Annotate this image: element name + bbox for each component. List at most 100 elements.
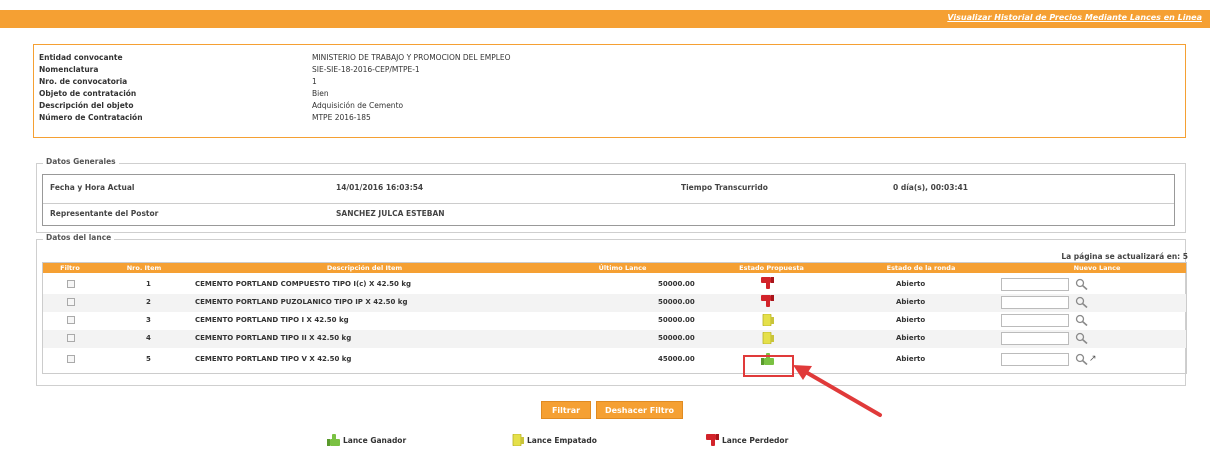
current-date-value: 14/01/2016 16:03:54	[336, 183, 424, 192]
search-icon[interactable]	[1075, 332, 1089, 344]
col-new-bid: Nuevo Lance	[1073, 264, 1121, 272]
filter-checkbox[interactable]	[67, 334, 75, 342]
last-bid-value: 45000.00	[658, 355, 695, 363]
undo-filter-button[interactable]: Deshacer Filtro	[596, 401, 683, 419]
legend-winner: Lance Ganador	[327, 434, 406, 446]
round-state: Abierto	[896, 298, 926, 306]
round-state: Abierto	[896, 316, 926, 324]
legend-winner-label: Lance Ganador	[343, 435, 407, 445]
info-label: Entidad convocante	[39, 53, 123, 62]
info-label: Nro. de convocatoria	[39, 77, 128, 86]
info-value: 1	[312, 77, 317, 86]
info-row: Entidad convocante MINISTERIO DE TRABAJO…	[34, 53, 1185, 64]
pin-icon[interactable]: ↗	[1089, 354, 1097, 364]
bid-table-header: Filtro Nro. Item Descripción del Item Úl…	[43, 263, 1186, 273]
item-number: 4	[146, 334, 151, 342]
new-bid-input[interactable]	[1001, 314, 1069, 327]
thumbs-up-icon	[327, 434, 340, 446]
general-row: Representante del Postor SANCHEZ JULCA E…	[43, 203, 1174, 223]
last-bid-value: 50000.00	[658, 316, 695, 324]
filter-checkbox[interactable]	[67, 355, 75, 363]
search-icon[interactable]	[1075, 314, 1089, 326]
legend-loser-label: Lance Perdedor	[722, 435, 789, 445]
info-value: MINISTERIO DE TRABAJO Y PROMOCION DEL EM…	[312, 53, 511, 62]
table-row: 3 CEMENTO PORTLAND TIPO I X 42.50 kg 500…	[43, 312, 1186, 330]
highlight-box	[743, 355, 794, 377]
price-history-link[interactable]: Visualizar Historial de Precios Mediante…	[947, 13, 1202, 22]
item-description: CEMENTO PORTLAND TIPO I X 42.50 kg	[195, 316, 349, 324]
table-row: 1 CEMENTO PORTLAND COMPUESTO TIPO I(c) X…	[43, 276, 1186, 294]
thumbs-sideways-icon	[762, 314, 774, 326]
general-data-table: Fecha y Hora Actual 14/01/2016 16:03:54 …	[42, 174, 1175, 226]
thumbs-down-icon	[761, 295, 774, 307]
legend-tied: Lance Empatado	[511, 434, 597, 446]
item-number: 1	[146, 280, 151, 288]
round-state: Abierto	[896, 280, 926, 288]
info-value: MTPE 2016-185	[312, 113, 371, 122]
info-row: Nro. de convocatoria 1	[34, 77, 1185, 88]
item-number: 5	[146, 355, 151, 363]
bid-table: Filtro Nro. Item Descripción del Item Úl…	[42, 262, 1187, 374]
legend-loser: Lance Perdedor	[706, 434, 788, 446]
col-proposal-state: Estado Propuesta	[739, 264, 804, 272]
col-description: Descripción del Item	[326, 264, 403, 272]
item-number: 3	[146, 316, 151, 324]
last-bid-value: 50000.00	[658, 298, 695, 306]
search-icon[interactable]	[1075, 278, 1089, 290]
info-row: Objeto de contratación Bien	[34, 89, 1185, 100]
general-row: Fecha y Hora Actual 14/01/2016 16:03:54 …	[43, 178, 1174, 198]
filter-checkbox[interactable]	[67, 280, 75, 288]
elapsed-time-label: Tiempo Transcurrido	[681, 183, 768, 192]
item-description: CEMENTO PORTLAND COMPUESTO TIPO I(c) X 4…	[195, 280, 412, 288]
last-bid-value: 50000.00	[658, 280, 695, 288]
col-last-bid: Último Lance	[598, 264, 647, 272]
table-row: 4 CEMENTO PORTLAND TIPO II X 42.50 kg 50…	[43, 330, 1186, 348]
col-item: Nro. Item	[126, 264, 162, 272]
new-bid-input[interactable]	[1001, 296, 1069, 309]
item-description: CEMENTO PORTLAND PUZOLANICO TIPO IP X 42…	[195, 298, 408, 306]
item-description: CEMENTO PORTLAND TIPO II X 42.50 kg	[195, 334, 352, 342]
table-row: 2 CEMENTO PORTLAND PUZOLANICO TIPO IP X …	[43, 294, 1186, 312]
thumbs-sideways-icon	[762, 332, 774, 344]
round-state: Abierto	[896, 334, 926, 342]
new-bid-input[interactable]	[1001, 353, 1069, 366]
thumbs-sideways-icon	[512, 434, 524, 446]
search-icon[interactable]	[1075, 353, 1089, 365]
thumbs-down-icon	[761, 277, 774, 289]
info-label: Número de Contratación	[39, 113, 143, 122]
new-bid-input[interactable]	[1001, 332, 1069, 345]
annotation-arrow-icon	[793, 365, 882, 417]
search-icon[interactable]	[1075, 296, 1089, 308]
item-number: 2	[146, 298, 151, 306]
new-bid-input[interactable]	[1001, 278, 1069, 291]
current-date-label: Fecha y Hora Actual	[50, 183, 135, 192]
legend-tied-label: Lance Empatado	[527, 435, 597, 445]
info-value: Bien	[312, 89, 329, 98]
info-row: Nomenclatura SIE-SIE-18-2016-CEP/MTPE-1	[34, 65, 1185, 76]
info-box: Entidad convocante MINISTERIO DE TRABAJO…	[33, 44, 1186, 138]
general-data-title: Datos Generales	[43, 157, 119, 166]
last-bid-value: 50000.00	[658, 334, 695, 342]
info-value: Adquisición de Cemento	[312, 101, 404, 110]
bidder-rep-value: SANCHEZ JULCA ESTEBAN	[336, 209, 445, 218]
bidder-rep-label: Representante del Postor	[50, 209, 159, 218]
elapsed-time-value: 0 día(s), 00:03:41	[893, 183, 968, 192]
item-description: CEMENTO PORTLAND TIPO V X 42.50 kg	[195, 355, 352, 363]
info-label: Nomenclatura	[39, 65, 99, 74]
thumbs-down-icon	[706, 434, 719, 446]
bid-data-title: Datos del lance	[43, 233, 115, 242]
refresh-countdown: La página se actualizará en: 5	[1061, 252, 1188, 261]
filter-checkbox[interactable]	[67, 316, 75, 324]
col-filter: Filtro	[60, 264, 80, 272]
round-state: Abierto	[896, 355, 926, 363]
table-row: 5 CEMENTO PORTLAND TIPO V X 42.50 kg 450…	[43, 351, 1186, 369]
info-row: Descripción del objeto Adquisición de Ce…	[34, 101, 1185, 112]
info-row: Número de Contratación MTPE 2016-185	[34, 113, 1185, 124]
filter-button[interactable]: Filtrar	[541, 401, 591, 419]
filter-checkbox[interactable]	[67, 298, 75, 306]
col-round-state: Estado de la ronda	[886, 264, 956, 272]
top-bar: Visualizar Historial de Precios Mediante…	[0, 10, 1210, 28]
info-label: Objeto de contratación	[39, 89, 137, 98]
info-value: SIE-SIE-18-2016-CEP/MTPE-1	[312, 65, 420, 74]
info-label: Descripción del objeto	[39, 101, 134, 110]
